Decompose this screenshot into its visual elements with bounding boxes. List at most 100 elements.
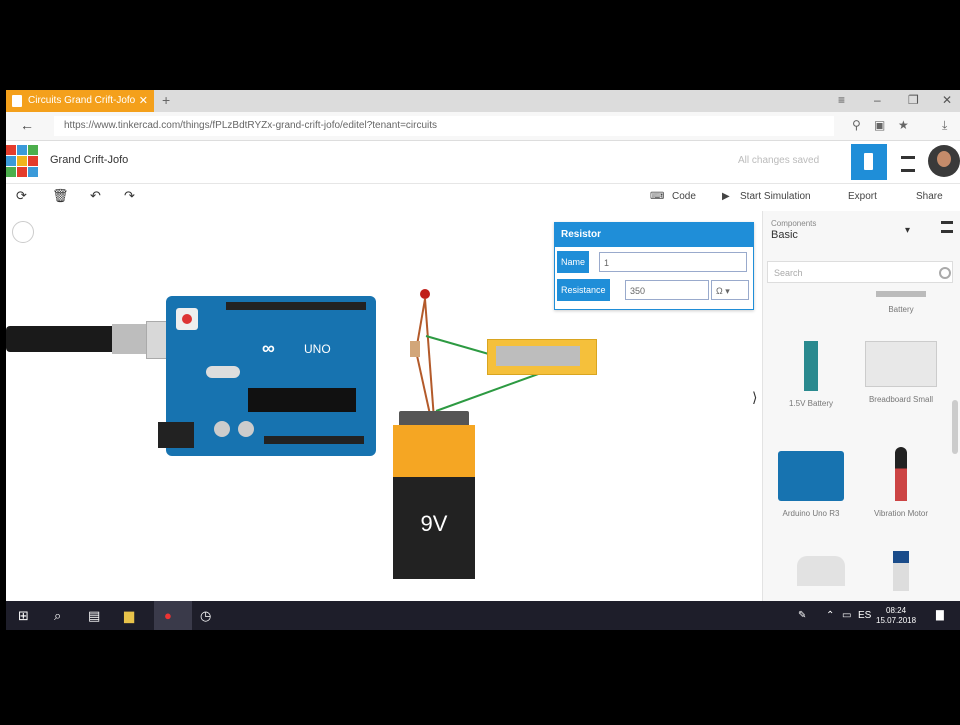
inspector-title: Resistor — [555, 223, 753, 247]
servo-thumb — [893, 551, 909, 591]
component-label: Battery — [888, 305, 914, 314]
avatar[interactable] — [928, 145, 960, 177]
battery-label: 9V — [420, 511, 448, 536]
components-selector-label: Components — [771, 219, 817, 228]
tab-title: Circuits Grand Crift-Jofo — [28, 95, 136, 106]
component-label: 1.5V Battery — [788, 399, 834, 408]
browser-tab[interactable]: Circuits Grand Crift-Jofo ✕ — [6, 90, 154, 112]
save-status: All changes saved — [738, 155, 820, 166]
tray-chevron-icon[interactable]: ⌃ — [826, 610, 834, 621]
list-view-icon[interactable] — [941, 221, 953, 233]
search-input[interactable]: Search — [767, 261, 953, 283]
back-arrow-icon[interactable]: ← — [20, 117, 34, 133]
new-tab-button[interactable]: + — [162, 92, 170, 108]
editor-toolbar: ⟳ 🗑 ↶ ↷ ⌨ Code ▶ Start Simulation Export… — [6, 184, 960, 210]
search-icon — [939, 267, 951, 279]
panel-scrollbar[interactable] — [952, 400, 958, 454]
yandex-browser-icon[interactable]: ● — [164, 608, 172, 623]
windows-start-icon[interactable]: ⊞ — [18, 608, 29, 624]
components-selector[interactable]: Basic — [771, 229, 798, 241]
battery-1-5v-thumb — [804, 341, 818, 391]
clock-app-icon[interactable]: ◷ — [200, 608, 211, 624]
logo-tile — [17, 145, 27, 155]
minimize-icon[interactable]: – — [874, 93, 881, 107]
window-menu-icon[interactable]: ≡ — [838, 93, 845, 107]
component-label: Arduino Uno R3 — [782, 509, 840, 518]
resistor-selection-box[interactable] — [487, 339, 597, 375]
component-label: Breadboard Small — [868, 395, 934, 404]
extensions-icon[interactable]: ▣ — [874, 118, 885, 132]
code-button[interactable]: Code — [672, 191, 696, 202]
arduino-thumb — [778, 451, 844, 501]
component-servo[interactable] — [861, 551, 941, 599]
share-button[interactable]: Share — [916, 191, 943, 202]
export-button[interactable]: Export — [848, 191, 877, 202]
component-vibration-motor[interactable]: Vibration Motor — [861, 447, 941, 518]
design-name[interactable]: Grand Crift-Jofo — [50, 154, 128, 166]
code-icon[interactable]: ⌨ — [650, 191, 664, 202]
name-label: Name — [557, 251, 590, 273]
redo-icon[interactable]: ↷ — [124, 188, 135, 204]
wire-green[interactable] — [435, 372, 542, 412]
components-panel: Components Basic ▾ Search Battery 1.5V B… — [762, 211, 960, 601]
battery-9v[interactable]: 9V — [393, 411, 475, 579]
play-icon[interactable]: ▶ — [722, 191, 730, 202]
notifications-icon[interactable]: ▇ — [936, 610, 944, 621]
download-icon[interactable]: ⤓ — [942, 118, 947, 133]
component-1-5v-battery[interactable]: 1.5V Battery — [771, 341, 851, 408]
logo-tile — [6, 156, 16, 166]
component-list-icon[interactable] — [901, 156, 915, 172]
resistor[interactable] — [410, 341, 420, 357]
unit-select[interactable]: Ω ▾ — [711, 280, 749, 300]
delete-icon[interactable]: 🗑 — [52, 188, 69, 204]
network-icon[interactable]: ▭ — [842, 610, 851, 621]
maximize-icon[interactable]: ❐ — [908, 93, 919, 107]
unit-value: Ω — [716, 286, 723, 296]
circuit-view-icon — [864, 153, 873, 170]
component-arduino-uno[interactable]: Arduino Uno R3 — [771, 451, 851, 518]
undo-icon[interactable]: ↶ — [90, 188, 101, 204]
component-label: Vibration Motor — [873, 509, 929, 518]
taskbar-clock[interactable]: 08:24 15.07.2018 — [876, 606, 916, 626]
address-bar: ← https://www.tinkercad.com/things/fPLzB… — [6, 112, 960, 141]
component-breadboard-small[interactable]: Breadboard Small — [861, 341, 941, 404]
rotate-icon[interactable]: ⟳ — [16, 188, 27, 204]
file-explorer-icon[interactable]: ▆ — [124, 608, 134, 624]
resistance-field[interactable]: 350 — [625, 280, 709, 300]
battery-cap — [393, 425, 475, 477]
pen-icon[interactable]: ✎ — [798, 610, 806, 621]
close-tab-icon[interactable]: ✕ — [139, 94, 148, 107]
vibration-motor-thumb — [895, 447, 907, 501]
windows-taskbar: ⊞ ⌕ ▤ ▆ ● ◷ ✎ ⌃ ▭ ES 08:24 15.07.2018 ▇ — [6, 601, 960, 630]
logo-tile — [17, 167, 27, 177]
url-field[interactable]: https://www.tinkercad.com/things/fPLzBdt… — [54, 116, 834, 136]
logo-tile — [6, 145, 16, 155]
task-view-icon[interactable]: ▤ — [88, 608, 100, 624]
star-icon[interactable]: ★ — [898, 118, 909, 132]
clock-time: 08:24 — [886, 606, 907, 615]
tinkercad-logo[interactable] — [6, 145, 38, 177]
component-battery[interactable]: Battery — [861, 291, 941, 314]
active-app-highlight — [154, 601, 192, 630]
screen-frame: Circuits Grand Crift-Jofo ✕ + ≡ – ❐ ✕ ← … — [6, 90, 960, 630]
collapse-panel-icon[interactable]: ⟩ — [752, 389, 757, 406]
resistor-body — [496, 346, 580, 366]
logo-tile — [28, 145, 38, 155]
bookmark-icon[interactable]: ⚲ — [852, 118, 861, 132]
tinkercad-favicon-icon — [12, 95, 22, 107]
led[interactable] — [420, 289, 430, 299]
name-row: Name 1 — [557, 251, 749, 273]
component-gear-motor[interactable] — [781, 556, 861, 594]
logo-tile — [28, 156, 38, 166]
circuit-view-button[interactable] — [851, 144, 887, 180]
close-window-icon[interactable]: ✕ — [942, 93, 952, 107]
logo-tile — [17, 156, 27, 166]
start-simulation-button[interactable]: Start Simulation — [740, 191, 811, 202]
browser-tabstrip: Circuits Grand Crift-Jofo ✕ + ≡ – ❐ ✕ — [6, 90, 960, 112]
language-indicator[interactable]: ES — [858, 610, 871, 621]
search-taskbar-icon[interactable]: ⌕ — [54, 608, 61, 624]
dropdown-arrow-icon[interactable]: ▾ — [905, 225, 910, 236]
battery-thumb — [876, 291, 926, 297]
name-field[interactable]: 1 — [599, 252, 747, 272]
logo-tile — [6, 167, 16, 177]
